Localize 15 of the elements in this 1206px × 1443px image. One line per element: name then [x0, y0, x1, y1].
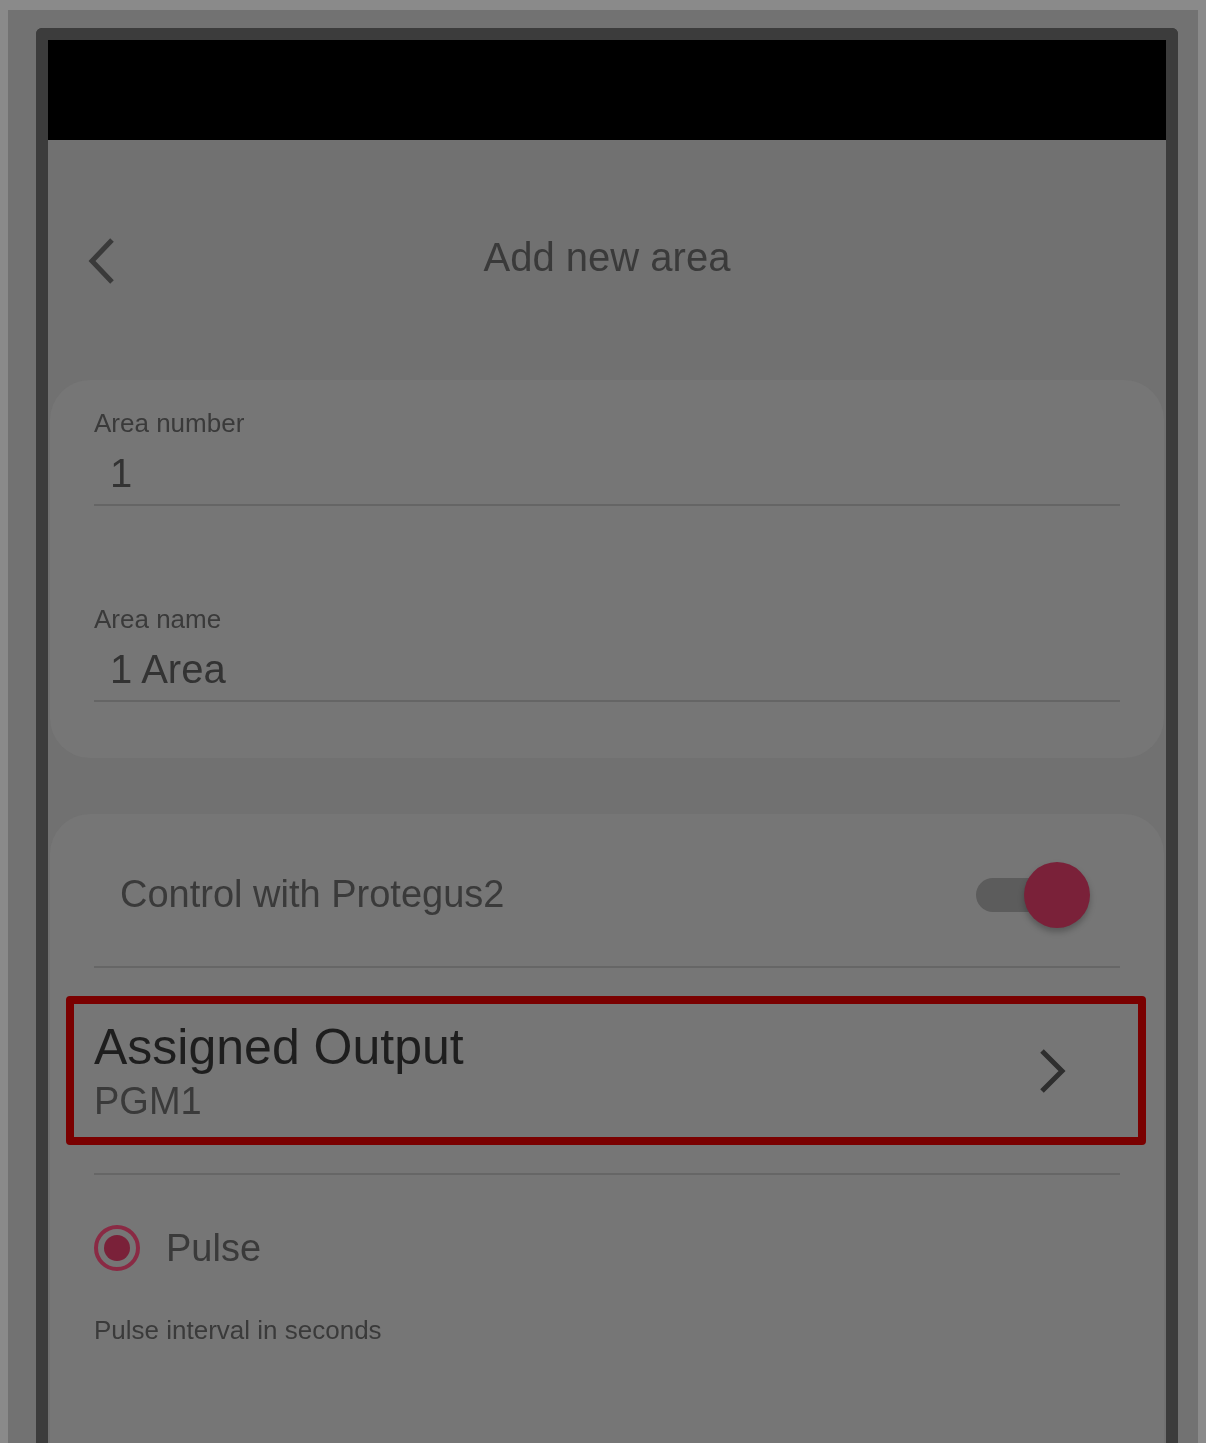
text-field[interactable]: Area name 1 Area [94, 604, 1120, 702]
toggle-label: Control with Protegus2 [120, 872, 505, 916]
field-label: Area name [94, 604, 223, 635]
field-value: 1 Area [109, 647, 227, 692]
field-label: Area number [94, 408, 246, 439]
radio-label: Pulse [166, 1226, 262, 1270]
page-title: Add new area [483, 234, 731, 280]
row-title: Assigned Output [94, 1018, 464, 1076]
assigned-output-row[interactable]: Assigned Output PGM1 [66, 996, 1146, 1145]
row-value: PGM1 [94, 1080, 203, 1123]
radio-button[interactable] [94, 1225, 140, 1271]
field-value: 1 [109, 451, 134, 496]
text-field[interactable]: Area number 1 [94, 408, 1120, 506]
chevron-icon [1038, 1046, 1066, 1095]
field-label: Pulse interval in seconds [94, 1315, 383, 1346]
